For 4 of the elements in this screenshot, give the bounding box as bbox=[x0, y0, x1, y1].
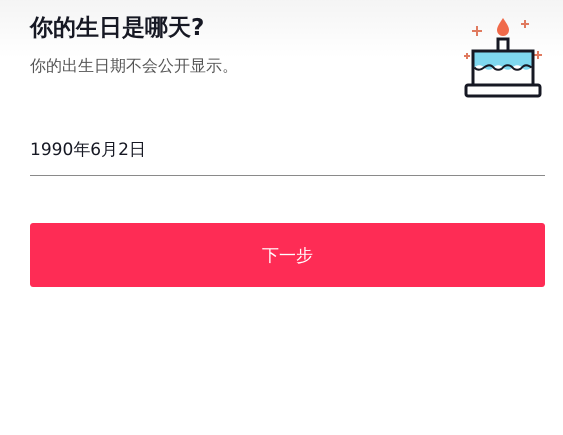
page-subtitle: 你的出生日期不会公开显示。 bbox=[30, 55, 238, 77]
page-title: 你的生日是哪天? bbox=[30, 14, 206, 43]
birthday-field[interactable]: 1990年6月2日 bbox=[30, 131, 545, 176]
next-button[interactable]: 下一步 bbox=[30, 223, 545, 287]
